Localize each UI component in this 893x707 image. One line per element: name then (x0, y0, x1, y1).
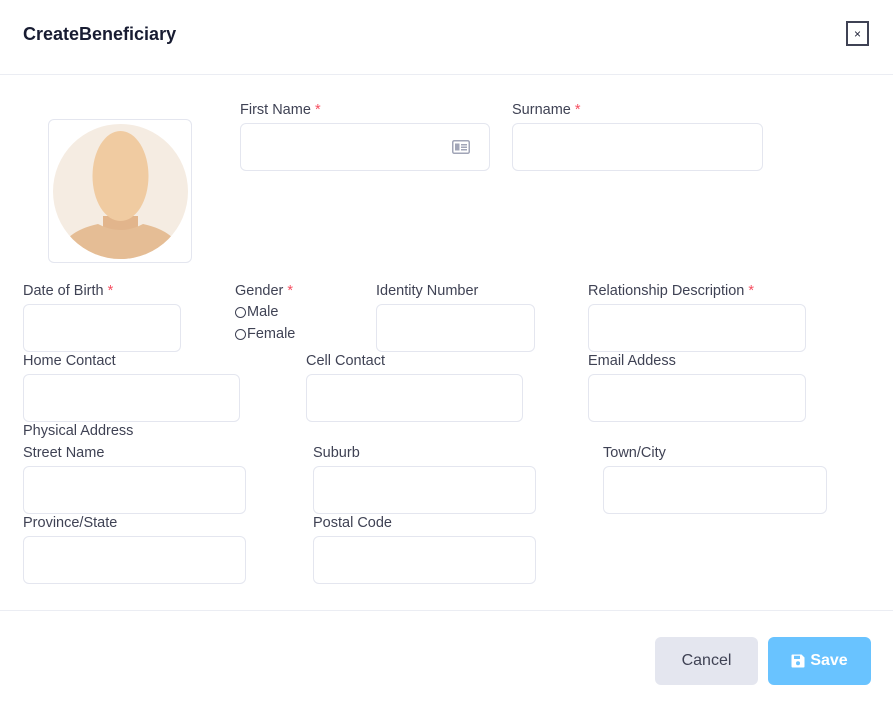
suburb-input[interactable] (313, 466, 536, 514)
physical-address-heading: Physical Address (23, 423, 134, 439)
first-name-label: First Name * (240, 102, 321, 118)
postal-code-label: Postal Code (313, 515, 392, 531)
province-state-label: Province/State (23, 515, 118, 531)
town-city-input[interactable] (603, 466, 827, 514)
date-of-birth-label: Date of Birth * (23, 283, 114, 299)
identity-number-input[interactable] (376, 304, 535, 352)
gender-label: Gender * (235, 283, 294, 299)
identity-number-label: Identity Number (376, 283, 479, 299)
modal-footer (0, 610, 893, 707)
street-name-input[interactable] (23, 466, 246, 514)
suburb-label: Suburb (313, 445, 360, 461)
relationship-description-input[interactable] (588, 304, 806, 352)
home-contact-label: Home Contact (23, 353, 116, 369)
gender-radio-male[interactable]: Male (235, 304, 278, 320)
avatar-upload[interactable] (48, 119, 192, 263)
home-contact-input[interactable] (23, 374, 240, 422)
cancel-button-label: Cancel (681, 652, 732, 669)
date-of-birth-input[interactable] (23, 304, 181, 352)
cell-contact-input[interactable] (306, 374, 523, 422)
floppy-disk-icon (791, 654, 805, 668)
modal-header: CreateBeneficiary × (0, 0, 893, 75)
surname-input[interactable] (512, 123, 763, 171)
gender-option-label: Male (247, 304, 279, 320)
street-name-label: Street Name (23, 445, 105, 461)
modal-title: CreateBeneficiary (23, 24, 177, 44)
email-address-label: Email Addess (588, 353, 676, 369)
radio-button[interactable] (235, 306, 246, 318)
save-button-label: Save (810, 652, 848, 669)
person-silhouette-icon (53, 124, 188, 259)
province-state-input[interactable] (23, 536, 246, 584)
cancel-button[interactable]: Cancel (655, 637, 758, 685)
save-button[interactable]: Save (768, 637, 871, 685)
radio-button[interactable] (235, 328, 246, 340)
relationship-description-label: Relationship Description * (588, 283, 755, 299)
town-city-label: Town/City (603, 445, 666, 461)
postal-code-input[interactable] (313, 536, 536, 584)
close-button[interactable]: × (846, 21, 869, 46)
close-icon: × (854, 27, 862, 41)
email-address-input[interactable] (588, 374, 806, 422)
gender-radio-female[interactable]: Female (235, 326, 295, 342)
gender-option-label: Female (247, 326, 296, 342)
id-card-icon (452, 140, 470, 154)
cell-contact-label: Cell Contact (306, 353, 385, 369)
surname-label: Surname * (512, 102, 581, 118)
